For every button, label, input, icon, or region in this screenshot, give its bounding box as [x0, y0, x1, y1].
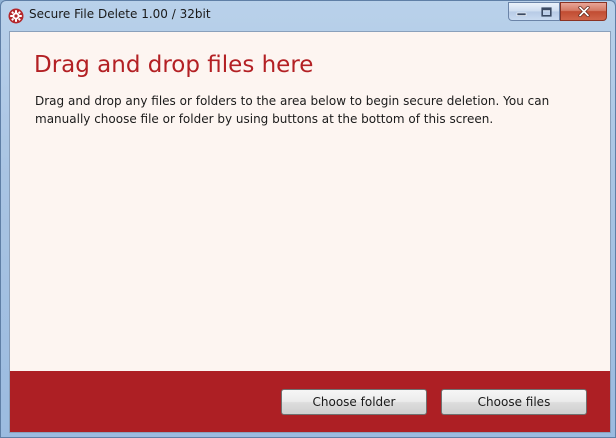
maximize-icon: [541, 6, 552, 17]
footer-bar: Choose folder Choose files: [10, 371, 610, 432]
choose-folder-button[interactable]: Choose folder: [281, 389, 427, 415]
maximize-button[interactable]: [534, 2, 560, 21]
minimize-icon: [516, 12, 527, 16]
close-button[interactable]: [560, 2, 607, 21]
window-title: Secure File Delete 1.00 / 32bit: [29, 7, 211, 21]
minimize-button[interactable]: [508, 2, 535, 21]
title-bar[interactable]: Secure File Delete 1.00 / 32bit: [1, 1, 615, 30]
close-icon: [577, 6, 590, 17]
choose-files-button[interactable]: Choose files: [441, 389, 587, 415]
app-gear-icon[interactable]: [8, 8, 24, 24]
page-title: Drag and drop files here: [34, 52, 314, 78]
app-window: Secure File Delete 1.00 / 32bit Drag and…: [0, 0, 616, 438]
drop-area[interactable]: Drag and drop files here Drag and drop a…: [9, 31, 611, 433]
instructions-text: Drag and drop any files or folders to th…: [35, 94, 550, 126]
